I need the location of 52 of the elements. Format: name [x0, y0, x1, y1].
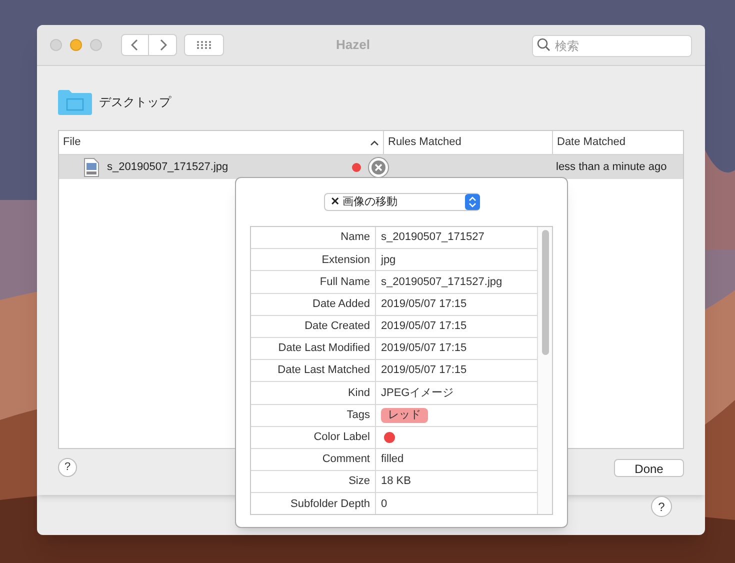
property-value: 2019/05/07 17:15 — [381, 341, 467, 356]
minimize-button[interactable] — [70, 39, 82, 51]
property-label: Tags — [251, 404, 376, 426]
window-title: Hazel — [336, 36, 370, 54]
property-value: 18 KB — [381, 474, 411, 490]
back-button[interactable] — [121, 34, 149, 56]
property-label: Comment — [251, 448, 376, 470]
rule-name: 画像の移動 — [342, 196, 398, 208]
column-header[interactable]: Rules Matched — [383, 131, 552, 154]
search-icon — [537, 38, 550, 51]
date-matched: less than a minute ago — [555, 160, 667, 175]
property-value: s_20190507_171527 — [381, 230, 484, 246]
folder-name: デスクトップ — [99, 94, 171, 111]
rule-popup-button[interactable]: ✕ 画像の移動 — [324, 193, 480, 211]
clear-icon[interactable] — [368, 157, 389, 178]
file-name: s_20190507_171527.jpg — [107, 160, 230, 175]
property-value: jpg — [381, 252, 396, 268]
chevron-left-icon — [131, 39, 139, 51]
property-label: Date Last Matched — [251, 360, 376, 382]
property-value: 2019/05/07 17:15 — [381, 296, 467, 312]
column-header[interactable]: Date Matched — [552, 131, 685, 154]
forward-button[interactable] — [149, 34, 177, 56]
tag: レッド — [381, 408, 428, 423]
help-button[interactable]: ? — [58, 458, 77, 477]
property-value: 0 — [381, 496, 388, 512]
property-label: Kind — [251, 382, 376, 404]
grid-button[interactable] — [184, 34, 224, 56]
property-label: Color Label — [251, 426, 376, 448]
done-button[interactable]: Done — [614, 458, 684, 476]
search-field[interactable]: 検索 — [532, 35, 692, 57]
property-value: filled — [381, 452, 404, 468]
property-value: s_20190507_171527.jpg — [381, 274, 502, 290]
x-icon: ✕ — [330, 196, 340, 208]
property-label: Extension — [251, 249, 376, 270]
property-label: Date Created — [251, 316, 376, 337]
property-value: 2019/05/07 17:15 — [381, 319, 467, 334]
chevron-right-icon — [158, 39, 166, 51]
property-value: 2019/05/07 17:15 — [381, 363, 467, 378]
help-button[interactable]: ? — [651, 496, 672, 517]
column-header[interactable]: File — [59, 131, 383, 154]
property-label: Size — [251, 471, 376, 492]
property-label: Name — [251, 227, 376, 248]
property-label: Subfolder Depth — [251, 493, 376, 514]
property-label: Full Name — [251, 271, 376, 293]
file-row[interactable]: s_20190507_171527.jpg less than a minute ago — [59, 155, 683, 179]
property-label: Date Added — [251, 294, 376, 315]
grid-icon — [196, 40, 212, 50]
folder-icon — [58, 89, 92, 115]
property-label: Date Last Modified — [251, 338, 376, 360]
property-value: JPEGイメージ — [381, 386, 454, 401]
image-file-icon — [84, 158, 99, 176]
stepper-icon — [464, 194, 480, 210]
